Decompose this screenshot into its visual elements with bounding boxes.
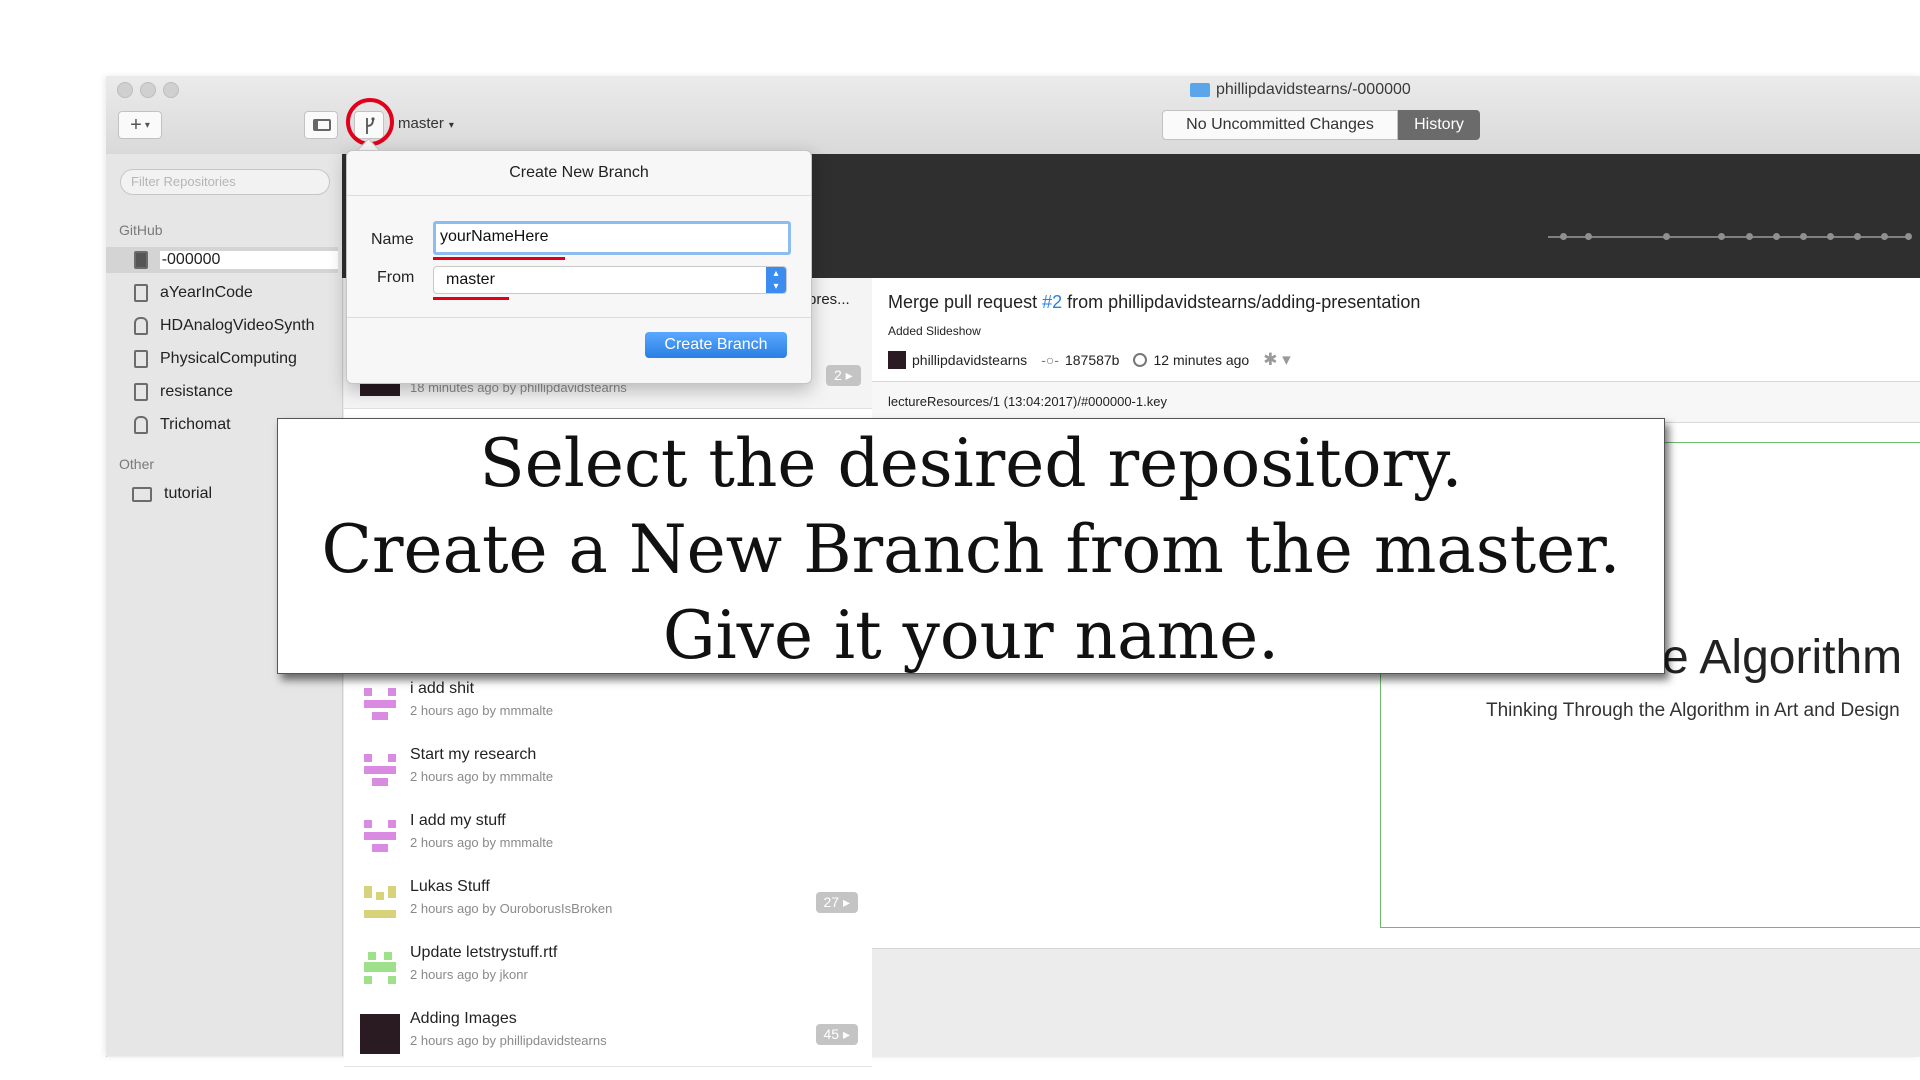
lock-icon <box>134 416 148 434</box>
list-item[interactable]: I add my stuff 2 hours ago by mmmalte <box>344 802 872 869</box>
commit-meta: 2 hours ago by OuroborusIsBroken <box>410 901 613 916</box>
book-icon <box>134 350 148 368</box>
avatar <box>360 816 400 856</box>
clock-icon <box>1133 353 1148 367</box>
from-underline-annotation <box>433 297 509 300</box>
commit-meta: 2 hours ago by mmmalte <box>410 835 554 850</box>
popover-title: Create New Branch <box>347 151 811 196</box>
branch-name-input[interactable]: yourNameHere <box>433 221 791 255</box>
avatar <box>360 1014 400 1054</box>
detail-footer <box>872 948 1920 1057</box>
github-section-label: GitHub <box>119 222 163 238</box>
book-icon <box>134 251 148 269</box>
pull-request-link[interactable]: #2 <box>1042 292 1062 312</box>
monitor-icon <box>132 486 152 502</box>
graph-node <box>1827 233 1834 240</box>
commit-meta: 2 hours ago by mmmalte <box>410 703 554 718</box>
chevron-down-icon: ▾ <box>144 119 150 131</box>
instruction-overlay: Select the desired repository. Create a … <box>277 418 1665 674</box>
commit-title: Adding Images <box>410 1010 517 1027</box>
name-underline-annotation <box>433 257 565 260</box>
sidebar-item-physicalcomputing[interactable]: PhysicalComputing <box>106 346 338 372</box>
uncommitted-changes-tab[interactable]: No Uncommitted Changes <box>1162 110 1398 140</box>
instruction-line-1: Select the desired repository. <box>479 425 1463 502</box>
commit-detail-title: Merge pull request #2 from phillipdavids… <box>888 292 1421 312</box>
avatar <box>360 684 400 724</box>
list-item[interactable]: Update letstrystuff.rtf 2 hours ago by j… <box>344 934 872 1001</box>
instruction-line-2: Create a New Branch from the master. <box>321 511 1621 588</box>
file-count-badge: 45 ▸ <box>815 1024 858 1045</box>
stepper-icon: ▴ ▾ <box>766 267 786 293</box>
graph-node <box>1746 233 1753 240</box>
lock-icon <box>134 317 148 335</box>
divider <box>347 317 811 318</box>
commit-meta: 2 hours ago by phillipdavidstearns <box>410 1033 607 1048</box>
create-branch-popover: Create New Branch Name yourNameHere From… <box>346 150 812 384</box>
avatar <box>360 948 400 988</box>
highlight-circle <box>346 98 394 146</box>
zoom-window-button[interactable] <box>163 82 179 98</box>
commit-title: Lukas Stuff <box>410 878 490 895</box>
commit-title: I add my stuff <box>410 812 506 829</box>
sidebar-item-hdanalogvideosynth[interactable]: HDAnalogVideoSynth <box>106 313 338 339</box>
graph-node <box>1881 233 1888 240</box>
commit-title: i add shit <box>410 680 475 697</box>
commit-meta-row: phillipdavidstearns -○- 187587b 12 minut… <box>888 350 1291 370</box>
commit-meta: 2 hours ago by jkonr <box>410 967 528 982</box>
branch-selector[interactable]: master ▾ <box>398 115 454 132</box>
graph-node <box>1585 233 1592 240</box>
add-button[interactable]: + ▾ <box>118 111 162 139</box>
graph-node <box>1905 233 1912 240</box>
chevron-down-icon: ▾ <box>448 120 454 131</box>
folder-icon <box>1190 83 1210 97</box>
commit-title: Start my research <box>410 746 537 763</box>
graph-node <box>1800 233 1807 240</box>
history-tab[interactable]: History <box>1398 110 1480 140</box>
commit-title-partial: pres... <box>808 291 850 308</box>
from-branch-select[interactable]: master ▴ ▾ <box>433 266 787 294</box>
window-title: phillipdavidstearns/-000000 <box>1190 81 1411 99</box>
list-item[interactable]: Adding Images 2 hours ago by phillipdavi… <box>344 1000 872 1067</box>
commit-meta: 2 hours ago by mmmalte <box>410 769 554 784</box>
sidebar-item-ayearincode[interactable]: aYearInCode <box>106 280 338 306</box>
list-item[interactable]: i add shit 2 hours ago by mmmalte <box>344 670 872 737</box>
instruction-line-3: Give it your name. <box>662 597 1280 674</box>
name-label: Name <box>371 231 414 248</box>
commit-sha[interactable]: 187587b <box>1065 352 1120 368</box>
commit-description: Added Slideshow <box>888 324 981 338</box>
filter-repositories-input[interactable]: Filter Repositories <box>120 169 330 195</box>
file-count-badge: 2 ▸ <box>826 365 861 386</box>
fork-icon <box>134 383 148 401</box>
other-section-label: Other <box>119 456 155 472</box>
commit-time: 12 minutes ago <box>1153 352 1250 368</box>
minimize-window-button[interactable] <box>140 82 156 98</box>
close-window-button[interactable] <box>117 82 133 98</box>
file-count-badge: 27 ▸ <box>815 892 858 913</box>
commit-icon: -○- <box>1041 352 1059 368</box>
file-path: lectureResources/1 (13:04:2017)/#000000-… <box>888 394 1167 409</box>
avatar <box>360 882 400 922</box>
graph-node <box>1560 233 1567 240</box>
preview-heading: e Algorithm <box>1662 631 1903 684</box>
graph-node <box>1854 233 1861 240</box>
list-item[interactable]: Start my research 2 hours ago by mmmalte <box>344 736 872 803</box>
author-name: phillipdavidstearns <box>912 352 1028 368</box>
avatar <box>888 351 906 369</box>
graph-node <box>1718 233 1725 240</box>
graph-node <box>1663 233 1670 240</box>
sidebar-item-000000[interactable]: -000000 <box>106 247 338 273</box>
create-branch-button[interactable]: Create Branch <box>645 332 787 358</box>
sidebar-icon <box>313 119 331 131</box>
sidebar-toggle-button[interactable] <box>304 111 338 139</box>
avatar <box>360 750 400 790</box>
book-icon <box>134 284 148 302</box>
sidebar-item-resistance[interactable]: resistance <box>106 379 338 405</box>
gear-icon[interactable]: ✱ ▾ <box>1263 350 1291 370</box>
from-label: From <box>377 269 415 286</box>
graph-node <box>1773 233 1780 240</box>
list-item[interactable]: Lukas Stuff 2 hours ago by OuroborusIsBr… <box>344 868 872 935</box>
commit-title: Update letstrystuff.rtf <box>410 944 558 961</box>
preview-subtitle: Thinking Through the Algorithm in Art an… <box>1486 700 1900 721</box>
